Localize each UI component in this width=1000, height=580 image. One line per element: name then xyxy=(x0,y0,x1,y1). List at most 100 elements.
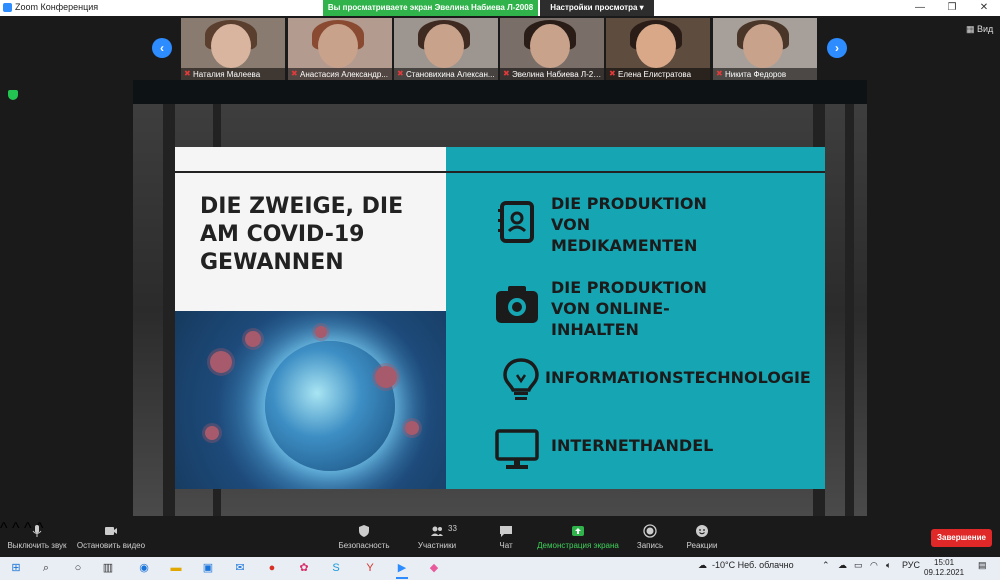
minimize-icon[interactable]: — xyxy=(904,0,936,16)
participant-strip: ✖ Наталия Малеева ✖ Анастасия Александр.… xyxy=(181,18,817,80)
maximize-icon[interactable]: ❐ xyxy=(936,0,968,16)
share-banner: Вы просматриваете экран Эвелина Набиева … xyxy=(323,0,538,16)
reactions-button[interactable]: Реакции xyxy=(684,520,720,557)
encryption-shield-icon[interactable] xyxy=(8,90,18,100)
mail-icon[interactable]: ✉ xyxy=(232,560,248,576)
participants-label: Участники xyxy=(417,541,457,550)
virus-icon xyxy=(210,351,232,373)
list-item-label: INFORMATIONSTECHNOLOGIE xyxy=(545,367,811,388)
share-screen-label: Демонстрация экрана xyxy=(537,541,619,550)
end-meeting-button[interactable]: Завершение xyxy=(931,529,992,547)
virus-icon xyxy=(315,326,327,338)
slide-title: DIE ZWEIGE, DIE AM COVID-19 GEWANNEN xyxy=(200,194,404,275)
list-item-line: VON xyxy=(551,215,591,234)
notebook-icon xyxy=(498,201,534,243)
participant-name: Анастасия Александр... xyxy=(300,70,388,79)
cortana-icon[interactable]: ○ xyxy=(70,560,86,576)
network-icon[interactable]: ▭ xyxy=(854,560,863,571)
edge-icon[interactable]: ◉ xyxy=(136,560,152,576)
zoom-logo-icon xyxy=(3,3,12,12)
view-settings-button[interactable]: Настройки просмотра ▾ xyxy=(540,0,654,16)
task-view-icon[interactable]: ▥ xyxy=(100,560,116,576)
participant-tile[interactable]: ✖ Елена Елистратова xyxy=(606,18,710,80)
participant-name: Никита Федоров xyxy=(725,70,787,79)
lightbulb-icon xyxy=(503,358,539,400)
list-item-line: VON ONLINE- xyxy=(551,299,670,318)
mute-button[interactable]: Выключить звук xyxy=(6,520,68,557)
participant-name: Наталия Малеева xyxy=(193,70,261,79)
monitor-icon xyxy=(495,429,539,469)
participant-face xyxy=(424,24,464,68)
participant-face xyxy=(743,24,783,68)
paint-icon[interactable]: ✿ xyxy=(296,560,312,576)
view-settings-label: Настройки просмотра xyxy=(550,3,638,12)
list-item-line: DIE PRODUKTION xyxy=(551,194,707,213)
participant-tile[interactable]: ✖ Анастасия Александр... xyxy=(288,18,392,80)
cloud-icon[interactable]: ☁ xyxy=(838,560,847,571)
participant-name: Елена Елистратова xyxy=(618,70,692,79)
list-item-line: INTERNETHANDEL xyxy=(551,436,714,455)
participant-face xyxy=(530,24,570,68)
firefox-icon[interactable]: ◆ xyxy=(426,560,442,576)
view-mode-button[interactable]: ▦ Вид xyxy=(966,24,993,35)
tray-overflow-icon[interactable]: ⌃ xyxy=(822,560,830,571)
share-screen-icon xyxy=(572,526,584,536)
participants-icon xyxy=(431,526,443,536)
muted-mic-icon: ✖ xyxy=(291,69,298,78)
forest-background xyxy=(163,104,175,516)
reactions-label: Реакции xyxy=(686,541,718,550)
volume-icon[interactable]: 🔈︎ xyxy=(886,560,891,571)
video-button[interactable]: Остановить видео xyxy=(76,520,146,557)
participant-face xyxy=(318,24,358,68)
video-camera-icon xyxy=(105,527,117,535)
security-button[interactable]: Безопасность xyxy=(336,520,392,557)
windows-start-icon[interactable]: ⊞ xyxy=(8,560,24,576)
list-item: DIE PRODUKTION VON MEDIKAMENTEN xyxy=(446,193,825,263)
participant-tile[interactable]: ✖ Никита Федоров xyxy=(713,18,817,80)
slide-card: DIE ZWEIGE, DIE AM COVID-19 GEWANNEN DIE… xyxy=(175,147,825,489)
list-item: INFORMATIONSTECHNOLOGIE xyxy=(446,353,825,413)
search-icon[interactable]: ⌕ xyxy=(38,560,54,576)
keyboard-language[interactable]: РУС xyxy=(902,560,920,570)
muted-mic-icon: ✖ xyxy=(184,69,191,78)
clock-date[interactable]: 09.12.2021 xyxy=(924,568,964,577)
wifi-icon[interactable]: ◠ xyxy=(870,560,878,571)
slide-title-panel: DIE ZWEIGE, DIE AM COVID-19 GEWANNEN xyxy=(175,173,446,311)
clock-time[interactable]: 15:01 xyxy=(934,558,954,567)
list-item-line: INFORMATIONSTECHNOLOGIE xyxy=(545,368,811,387)
shield-icon xyxy=(359,525,369,537)
yandex-browser-icon[interactable]: Y xyxy=(362,560,378,576)
weather-icon[interactable]: ☁ xyxy=(698,560,707,571)
weather-text[interactable]: -10°C Неб. облачно xyxy=(712,560,794,570)
participant-tile[interactable]: ✖ Становихина Алексан... xyxy=(394,18,498,80)
skype-icon[interactable]: S xyxy=(328,560,344,576)
store-icon[interactable]: ▣ xyxy=(200,560,216,576)
zoom-taskbar-icon[interactable]: ▶ xyxy=(394,560,410,579)
participant-tile[interactable]: ✖ Эвелина Набиева Л-2008 xyxy=(500,18,604,80)
notifications-icon[interactable]: ▤ xyxy=(978,560,987,571)
forest-background xyxy=(845,104,854,516)
camera-icon xyxy=(496,286,538,323)
chat-button[interactable]: Чат xyxy=(492,520,520,557)
list-item-line: DIE PRODUKTION xyxy=(551,278,707,297)
muted-mic-icon: ✖ xyxy=(609,69,616,78)
participant-tile[interactable]: ✖ Наталия Малеева xyxy=(181,18,285,80)
list-item: DIE PRODUKTION VON ONLINE- INHALTEN xyxy=(446,277,825,347)
reaction-smiley-icon xyxy=(696,525,708,537)
file-explorer-icon[interactable]: ▬ xyxy=(168,560,184,576)
meeting-controls: Выключить звук ^ Остановить видео ^ Безо… xyxy=(0,520,1000,557)
participant-name: Эвелина Набиева Л-2008 xyxy=(512,70,602,79)
prev-participants-button[interactable]: ‹ xyxy=(152,38,172,58)
globe-icon xyxy=(265,341,395,471)
chat-label: Чат xyxy=(499,541,513,550)
share-screen-button[interactable]: Демонстрация экрана xyxy=(536,520,620,557)
next-participants-button[interactable]: › xyxy=(827,38,847,58)
record-button[interactable]: Запись xyxy=(634,520,666,557)
video-label: Остановить видео xyxy=(76,541,146,550)
muted-mic-icon: ✖ xyxy=(397,69,404,78)
list-item-line: INHALTEN xyxy=(551,320,639,339)
close-icon[interactable]: ✕ xyxy=(968,0,1000,16)
chrome-icon[interactable]: ● xyxy=(264,560,280,576)
chat-icon xyxy=(500,526,512,537)
view-mode-label: Вид xyxy=(977,24,994,34)
